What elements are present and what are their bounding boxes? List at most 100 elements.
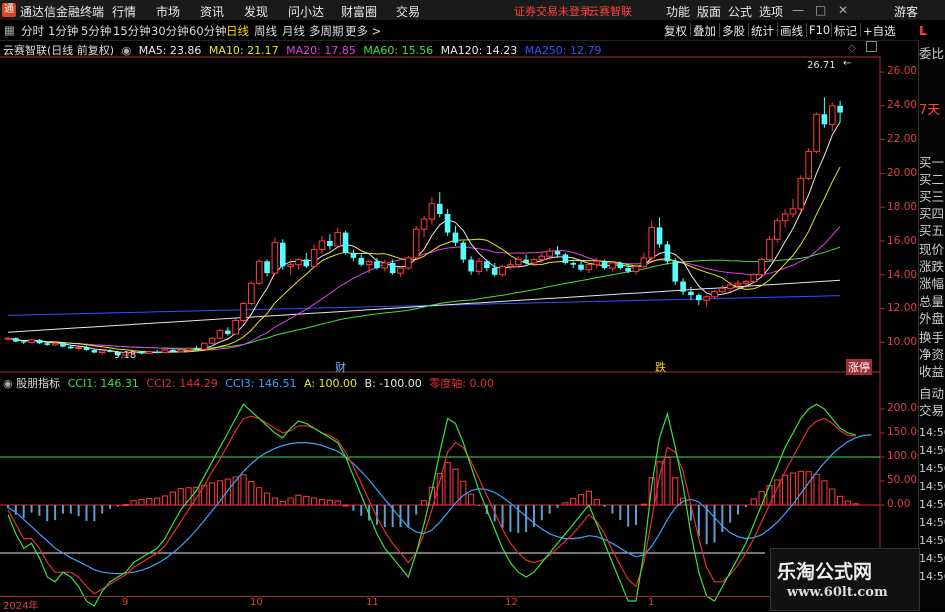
panel-header[interactable]: L [919, 22, 945, 39]
candle-body [719, 287, 726, 293]
candle-body [381, 262, 389, 269]
period-5min[interactable]: 5分钟 [81, 23, 111, 39]
kline-chart[interactable] [0, 56, 918, 609]
candle-body [578, 264, 584, 270]
date-tick: 10 [250, 597, 263, 608]
candle-body [318, 240, 326, 250]
diamond-icon[interactable]: ◇ [848, 43, 856, 54]
menu-discover[interactable]: 发现 [244, 3, 268, 20]
menu-options[interactable]: 选项 [759, 3, 783, 20]
candle-body [200, 342, 208, 350]
tool-draw-line[interactable]: 画线 [780, 23, 803, 39]
menu-news[interactable]: 资讯 [200, 3, 224, 20]
quote-side-panel: L 委比 7天 买一 买二 买三 买四 买五 现价 涨跌 涨幅 总量 外盘 换手… [918, 23, 945, 609]
candle-body [428, 203, 436, 220]
menu-quotes[interactable]: 行情 [112, 3, 136, 20]
histogram-bar [161, 495, 169, 506]
close-icon[interactable]: ✕ [838, 3, 848, 17]
low-price-label: 9.18 [114, 350, 137, 361]
tool-mark[interactable]: 标记 [834, 23, 857, 39]
candle-body [271, 242, 279, 274]
menu-market[interactable]: 市场 [156, 3, 180, 20]
menu-functions[interactable]: 功能 [666, 3, 690, 20]
histogram-bar [570, 498, 577, 506]
panel-item: 外盘 [919, 311, 945, 326]
menu-wealth-circle[interactable]: 财富圈 [341, 3, 377, 20]
tool-f10[interactable]: F10 [809, 23, 830, 37]
restore-icon[interactable]: □ [815, 3, 826, 17]
period-timeshare[interactable]: 分时 [21, 23, 44, 39]
histogram-bar [209, 482, 216, 506]
period-60min[interactable]: 60分钟 [189, 23, 227, 39]
candle-body [13, 338, 19, 342]
candle-body [51, 342, 59, 346]
guest-label[interactable]: 游客 [894, 3, 918, 20]
trade-time: 14:56 [919, 426, 945, 439]
candle-body [617, 262, 624, 269]
histogram-bar [177, 488, 184, 506]
tool-multi-stock[interactable]: 多股 [722, 23, 745, 39]
tool-statistics[interactable]: 统计 [751, 23, 774, 39]
panel-item: 换手 [919, 330, 945, 345]
indicator-name[interactable]: 股朋指标 [16, 377, 60, 390]
period-15min[interactable]: 15分钟 [113, 23, 151, 39]
panel-item[interactable]: 7天 [919, 102, 945, 119]
tool-add-watchlist[interactable]: +自选 [863, 23, 896, 39]
period-30min[interactable]: 30分钟 [151, 23, 189, 39]
event-limit-up[interactable]: 涨停 [846, 359, 872, 375]
histogram-bar [782, 474, 789, 506]
histogram-bar [664, 456, 671, 506]
period-1min[interactable]: 1分钟 [48, 23, 78, 39]
event-drop[interactable]: 跌 [655, 359, 666, 375]
event-finance[interactable]: 财 [335, 359, 346, 375]
tool-overlay[interactable]: 叠加 [693, 23, 716, 39]
candle-body [193, 348, 200, 350]
candle-body [161, 349, 169, 354]
price-tick: 20.00 [887, 167, 918, 179]
histogram-bar [303, 495, 310, 506]
indicator-settings-icon[interactable]: ◉ [3, 377, 13, 390]
menu-formula[interactable]: 公式 [728, 3, 752, 20]
toolbar-divider [860, 23, 861, 37]
candle-body [83, 347, 90, 351]
candle-body [405, 257, 412, 269]
candle-body [648, 226, 656, 259]
candle-body [656, 227, 663, 245]
candle-body [91, 350, 98, 353]
candle-body [374, 261, 380, 269]
menu-ask[interactable]: 问小达 [288, 3, 324, 20]
histogram-bar [577, 494, 585, 506]
candle-body [766, 238, 773, 261]
period-monthly[interactable]: 月线 [282, 23, 305, 39]
period-more[interactable]: 更多 > [345, 23, 381, 39]
price-tick: 24.00 [887, 99, 918, 111]
login-notice[interactable]: 证券交易未登录 [514, 3, 591, 19]
period-weekly[interactable]: 周线 [254, 23, 277, 39]
minimize-icon[interactable]: — [792, 3, 804, 17]
maximize-icon[interactable] [866, 41, 877, 52]
candle-body [68, 346, 74, 349]
candle-body [507, 264, 514, 267]
candle-body [585, 264, 593, 271]
candle-body [358, 257, 365, 265]
panel-item[interactable]: 交易 [919, 402, 945, 419]
candle-body [789, 208, 797, 215]
panel-toggle-icon[interactable]: ▦ [4, 23, 15, 37]
candle-body [530, 259, 538, 264]
candle-body [334, 232, 341, 247]
tool-restore-rights[interactable]: 复权 [664, 23, 687, 39]
menu-trade[interactable]: 交易 [396, 3, 420, 20]
candle-body [240, 303, 247, 321]
stock-notice[interactable]: 云赛智联 [588, 3, 632, 19]
candle-body [711, 291, 718, 298]
app-name: 通达信金融终端 [20, 5, 105, 19]
top-menu-bar: 通 通达信金融终端 行情 市场 资讯 发现 问小达 财富圈 交易 证券交易未登录… [0, 0, 945, 21]
candle-body [75, 346, 82, 349]
period-multi[interactable]: 多周期 [309, 23, 344, 39]
candle-body [138, 351, 145, 354]
histogram-bar [263, 492, 271, 506]
toolbar-divider [719, 23, 720, 37]
period-daily[interactable]: 日线 [226, 23, 249, 39]
panel-item[interactable]: 自动 [919, 385, 945, 402]
menu-layout[interactable]: 版面 [697, 3, 721, 20]
